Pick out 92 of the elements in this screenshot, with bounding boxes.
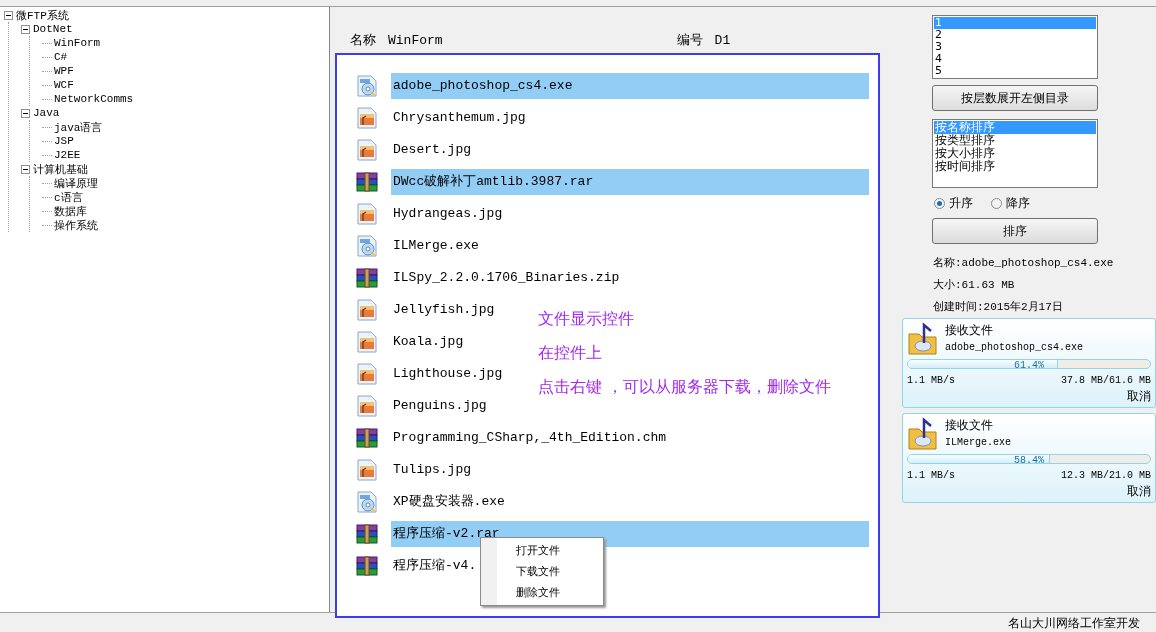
file-item[interactable]: ILSpy_2.2.0.1706_Binaries.zip	[391, 265, 620, 291]
tree-item[interactable]: WinForm	[54, 37, 101, 49]
transfer-title: 接收文件	[945, 322, 994, 339]
annotation-text: 点击右键 ，可以从服务器下载，删除文件	[538, 377, 832, 398]
transfer-size: 37.8 MB/61.6 MB	[1061, 375, 1151, 386]
tree-folder[interactable]: Java	[33, 107, 60, 119]
file-item[interactable]: Jellyfish.jpg	[391, 297, 495, 323]
file-item[interactable]: 程序压缩-v4.	[391, 553, 477, 579]
code-value: D1	[714, 32, 731, 48]
sort-button[interactable]: 排序	[932, 218, 1098, 244]
tree-folder[interactable]: 微FTP系统	[16, 7, 69, 23]
list-item[interactable]: 4	[934, 53, 1096, 65]
image-file-icon	[355, 330, 379, 354]
file-item[interactable]: DWcc破解补丁amtlib.3987.rar	[391, 169, 869, 195]
archive-file-icon	[355, 426, 379, 450]
file-item[interactable]: Programming_CSharp,_4th_Edition.chm	[391, 425, 667, 451]
tree-item[interactable]: java语言	[54, 119, 103, 135]
name-value: WinForm	[388, 32, 443, 48]
collapse-icon[interactable]	[4, 10, 13, 20]
list-item[interactable]: 按类型排序	[934, 134, 1096, 147]
tree-item[interactable]: 操作系统	[54, 217, 98, 233]
file-item[interactable]: Chrysanthemum.jpg	[391, 105, 526, 131]
collapse-icon[interactable]	[21, 24, 30, 34]
list-item[interactable]: 2	[934, 29, 1096, 41]
exe-file-icon	[355, 234, 379, 258]
progress-percent: 58.4%	[1013, 455, 1045, 463]
tree-item[interactable]: 编译原理	[54, 175, 98, 191]
image-file-icon	[355, 138, 379, 162]
file-list[interactable]	[335, 53, 880, 618]
image-file-icon	[355, 298, 379, 322]
cancel-link[interactable]: 取消	[1127, 483, 1151, 500]
transfer-size: 12.3 MB/21.0 MB	[1061, 470, 1151, 481]
archive-file-icon	[355, 266, 379, 290]
image-file-icon	[355, 106, 379, 130]
tree-folder[interactable]: DotNet	[33, 23, 73, 35]
annotation-text: 文件显示控件	[538, 309, 635, 330]
tree-item[interactable]: WCF	[54, 79, 74, 91]
transfer-file: ILMerge.exe	[945, 437, 1011, 448]
info-text: 名称:adobe_photoshop_cs4.exe	[933, 256, 1115, 270]
info-text: 创建时间:2015年2月17日	[933, 300, 1064, 314]
transfer-speed: 1.1 MB/s	[907, 470, 955, 481]
archive-file-icon	[355, 170, 379, 194]
folder-music-icon	[907, 417, 939, 451]
cancel-link[interactable]: 取消	[1127, 388, 1151, 405]
sort-listbox[interactable]: 按名称排序 按类型排序 按大小排序 按时间排序	[932, 119, 1098, 188]
folder-music-icon	[907, 322, 939, 356]
exe-file-icon	[355, 74, 379, 98]
status-text: 名山大川网络工作室开发	[1008, 614, 1140, 632]
order-radio[interactable]: 升序	[934, 194, 973, 212]
info-text: 大小:61.63 MB	[933, 278, 1016, 292]
file-item[interactable]: Penguins.jpg	[391, 393, 487, 419]
file-item[interactable]: Tulips.jpg	[391, 457, 471, 483]
annotation-text: 在控件上	[538, 343, 603, 364]
tree-item[interactable]: WPF	[54, 65, 74, 77]
tree-item[interactable]: JSP	[54, 135, 74, 147]
collapse-icon[interactable]	[21, 164, 30, 174]
transfer-speed: 1.1 MB/s	[907, 375, 955, 386]
file-item[interactable]: Desert.jpg	[391, 137, 471, 163]
file-item[interactable]: ILMerge.exe	[391, 233, 479, 259]
tree-item[interactable]: c语言	[54, 189, 83, 205]
transfer-file: adobe_photoshop_cs4.exe	[945, 342, 1084, 353]
file-item[interactable]: XP硬盘安装器.exe	[391, 489, 505, 515]
image-file-icon	[355, 394, 379, 418]
image-file-icon	[355, 458, 379, 482]
file-item[interactable]: Lighthouse.jpg	[391, 361, 503, 387]
order-radio[interactable]: 降序	[991, 194, 1030, 212]
level-listbox[interactable]: 1 2 3 4 5	[932, 15, 1098, 79]
tree-item[interactable]: NetworkComms	[54, 93, 134, 105]
transfer-title: 接收文件	[945, 417, 994, 434]
image-file-icon	[355, 362, 379, 386]
tree-item[interactable]: J2EE	[54, 149, 81, 161]
menu-item[interactable]: 下载文件	[481, 561, 603, 582]
exe-file-icon	[355, 490, 379, 514]
list-item[interactable]: 按大小排序	[934, 147, 1096, 160]
file-item[interactable]: Koala.jpg	[391, 329, 464, 355]
expand-tree-button[interactable]: 按层数展开左侧目录	[932, 85, 1098, 111]
menu-item[interactable]: 删除文件	[481, 582, 603, 603]
code-label: 编号	[676, 32, 703, 49]
file-item[interactable]: Hydrangeas.jpg	[391, 201, 503, 227]
tree-item[interactable]: 数据库	[54, 203, 87, 219]
name-label: 名称	[350, 32, 376, 49]
list-item[interactable]: 按时间排序	[934, 160, 1096, 173]
tree-item[interactable]: C#	[54, 51, 68, 63]
image-file-icon	[355, 202, 379, 226]
list-item[interactable]: 5	[934, 65, 1096, 77]
progress-percent: 61.4%	[1013, 360, 1045, 368]
tree-folder[interactable]: 计算机基础	[33, 161, 88, 177]
collapse-icon[interactable]	[21, 108, 30, 118]
archive-file-icon	[355, 554, 379, 578]
archive-file-icon	[355, 522, 379, 546]
list-item[interactable]: 3	[934, 41, 1096, 53]
file-item[interactable]: adobe_photoshop_cs4.exe	[391, 73, 869, 99]
